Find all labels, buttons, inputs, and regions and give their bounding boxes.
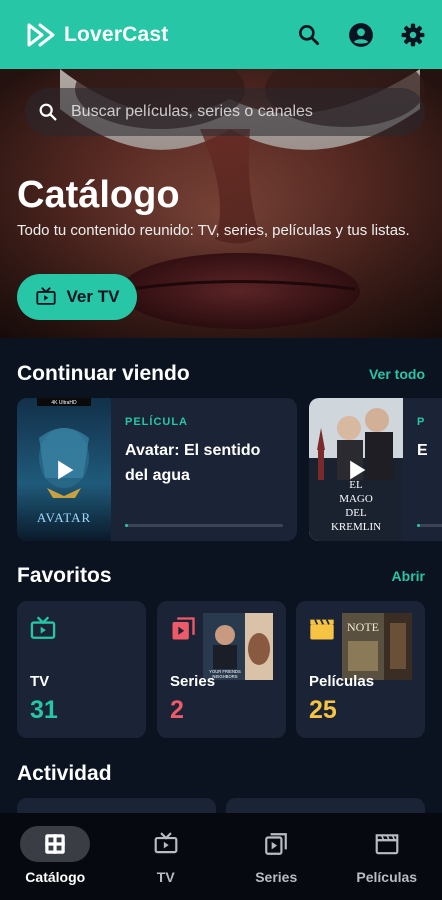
continue-carousel[interactable]: 4K UltraHD AVATAR PELÍCULA Avatar: El se… [17,398,442,541]
favorite-count: 31 [30,696,58,724]
favorite-card-series[interactable]: YOUR FRIENDS NEIGHBORS Series 2 [157,601,286,738]
tv-icon [35,287,56,305]
svg-text:NEIGHBORS: NEIGHBORS [212,674,237,679]
search-icon[interactable] [296,22,322,48]
nav-item-catalog[interactable]: Catálogo [0,813,111,900]
favorite-label: TV [30,673,50,690]
search-placeholder: Buscar películas, series o canales [71,103,313,120]
favorite-label: Películas [309,673,375,690]
clapper-icon [375,834,399,855]
search-field[interactable]: Buscar películas, series o canales [25,88,425,136]
poster-image: 4K UltraHD AVATAR [17,398,111,541]
bottom-navigation: Catálogo TV Series Películas [0,813,442,900]
svg-text:4K UltraHD: 4K UltraHD [51,400,77,406]
nav-item-movies[interactable]: Películas [332,813,442,900]
play-icon[interactable] [342,456,370,484]
svg-text:NOTE: NOTE [347,620,379,634]
see-all-link[interactable]: Ver todo [369,366,425,382]
catalog-icon [45,834,65,854]
page-subtitle: Todo tu contenido reunido: TV, series, p… [17,222,410,239]
svg-text:AVATAR: AVATAR [37,510,91,525]
favorites-title: Favoritos [17,564,112,587]
tv-icon [30,616,56,639]
content-title: Avatar: El sentido del agua [125,442,261,484]
tv-icon [154,832,178,854]
favorite-card-tv[interactable]: TV 31 [17,601,146,738]
content-type: P [417,416,426,428]
activity-header: Actividad [17,762,425,786]
svg-text:DEL: DEL [345,507,367,519]
series-icon [172,617,195,640]
nav-label: Películas [356,869,418,885]
logo-icon [27,23,55,46]
page-title: Catálogo [17,174,180,216]
app-name: LoverCast [64,22,169,46]
account-icon[interactable] [348,22,374,48]
nav-label: TV [156,869,175,885]
favorite-label: Series [170,673,216,690]
progress-bar [417,524,442,527]
favorite-card-movies[interactable]: NOTE Películas 25 [296,601,425,738]
favorite-count: 25 [309,696,337,724]
activity-title: Actividad [17,762,112,785]
search-icon [39,103,57,121]
app-logo[interactable]: LoverCast [26,22,169,48]
continue-card[interactable]: EL MAGO DEL KREMLIN P E [309,398,442,541]
progress-fill [417,524,420,527]
svg-text:KREMLIN: KREMLIN [331,521,381,533]
progress-bar [125,524,283,527]
continue-card[interactable]: 4K UltraHD AVATAR PELÍCULA Avatar: El se… [17,398,297,541]
svg-text:MAGO: MAGO [339,493,373,505]
progress-fill [125,524,129,527]
play-icon[interactable] [50,456,78,484]
nav-label: Series [255,869,298,885]
favorites-header: Favoritos Abrir [17,564,425,588]
nav-item-series[interactable]: Series [221,813,332,900]
open-favorites-link[interactable]: Abrir [392,568,425,584]
series-icon [265,833,288,855]
nav-label: Catálogo [25,869,86,885]
hero-banner: Buscar películas, series o canales Catál… [0,69,442,338]
watch-tv-label: Ver TV [66,287,120,306]
series-thumbnail: YOUR FRIENDS NEIGHBORS [203,613,273,680]
gear-icon[interactable] [400,22,426,48]
poster-image: EL MAGO DEL KREMLIN [309,398,403,541]
content-title: E [417,442,428,459]
nav-active-indicator [20,826,91,862]
movies-thumbnail: NOTE [342,613,412,680]
watch-tv-button[interactable]: Ver TV [17,274,137,320]
continue-header: Continuar viendo Ver todo [17,362,425,386]
content-type: PELÍCULA [125,416,188,428]
clapper-icon [310,619,334,640]
nav-item-tv[interactable]: TV [111,813,222,900]
continue-title: Continuar viendo [17,362,190,385]
favorite-count: 2 [170,696,184,724]
app-bar: LoverCast [0,0,442,69]
